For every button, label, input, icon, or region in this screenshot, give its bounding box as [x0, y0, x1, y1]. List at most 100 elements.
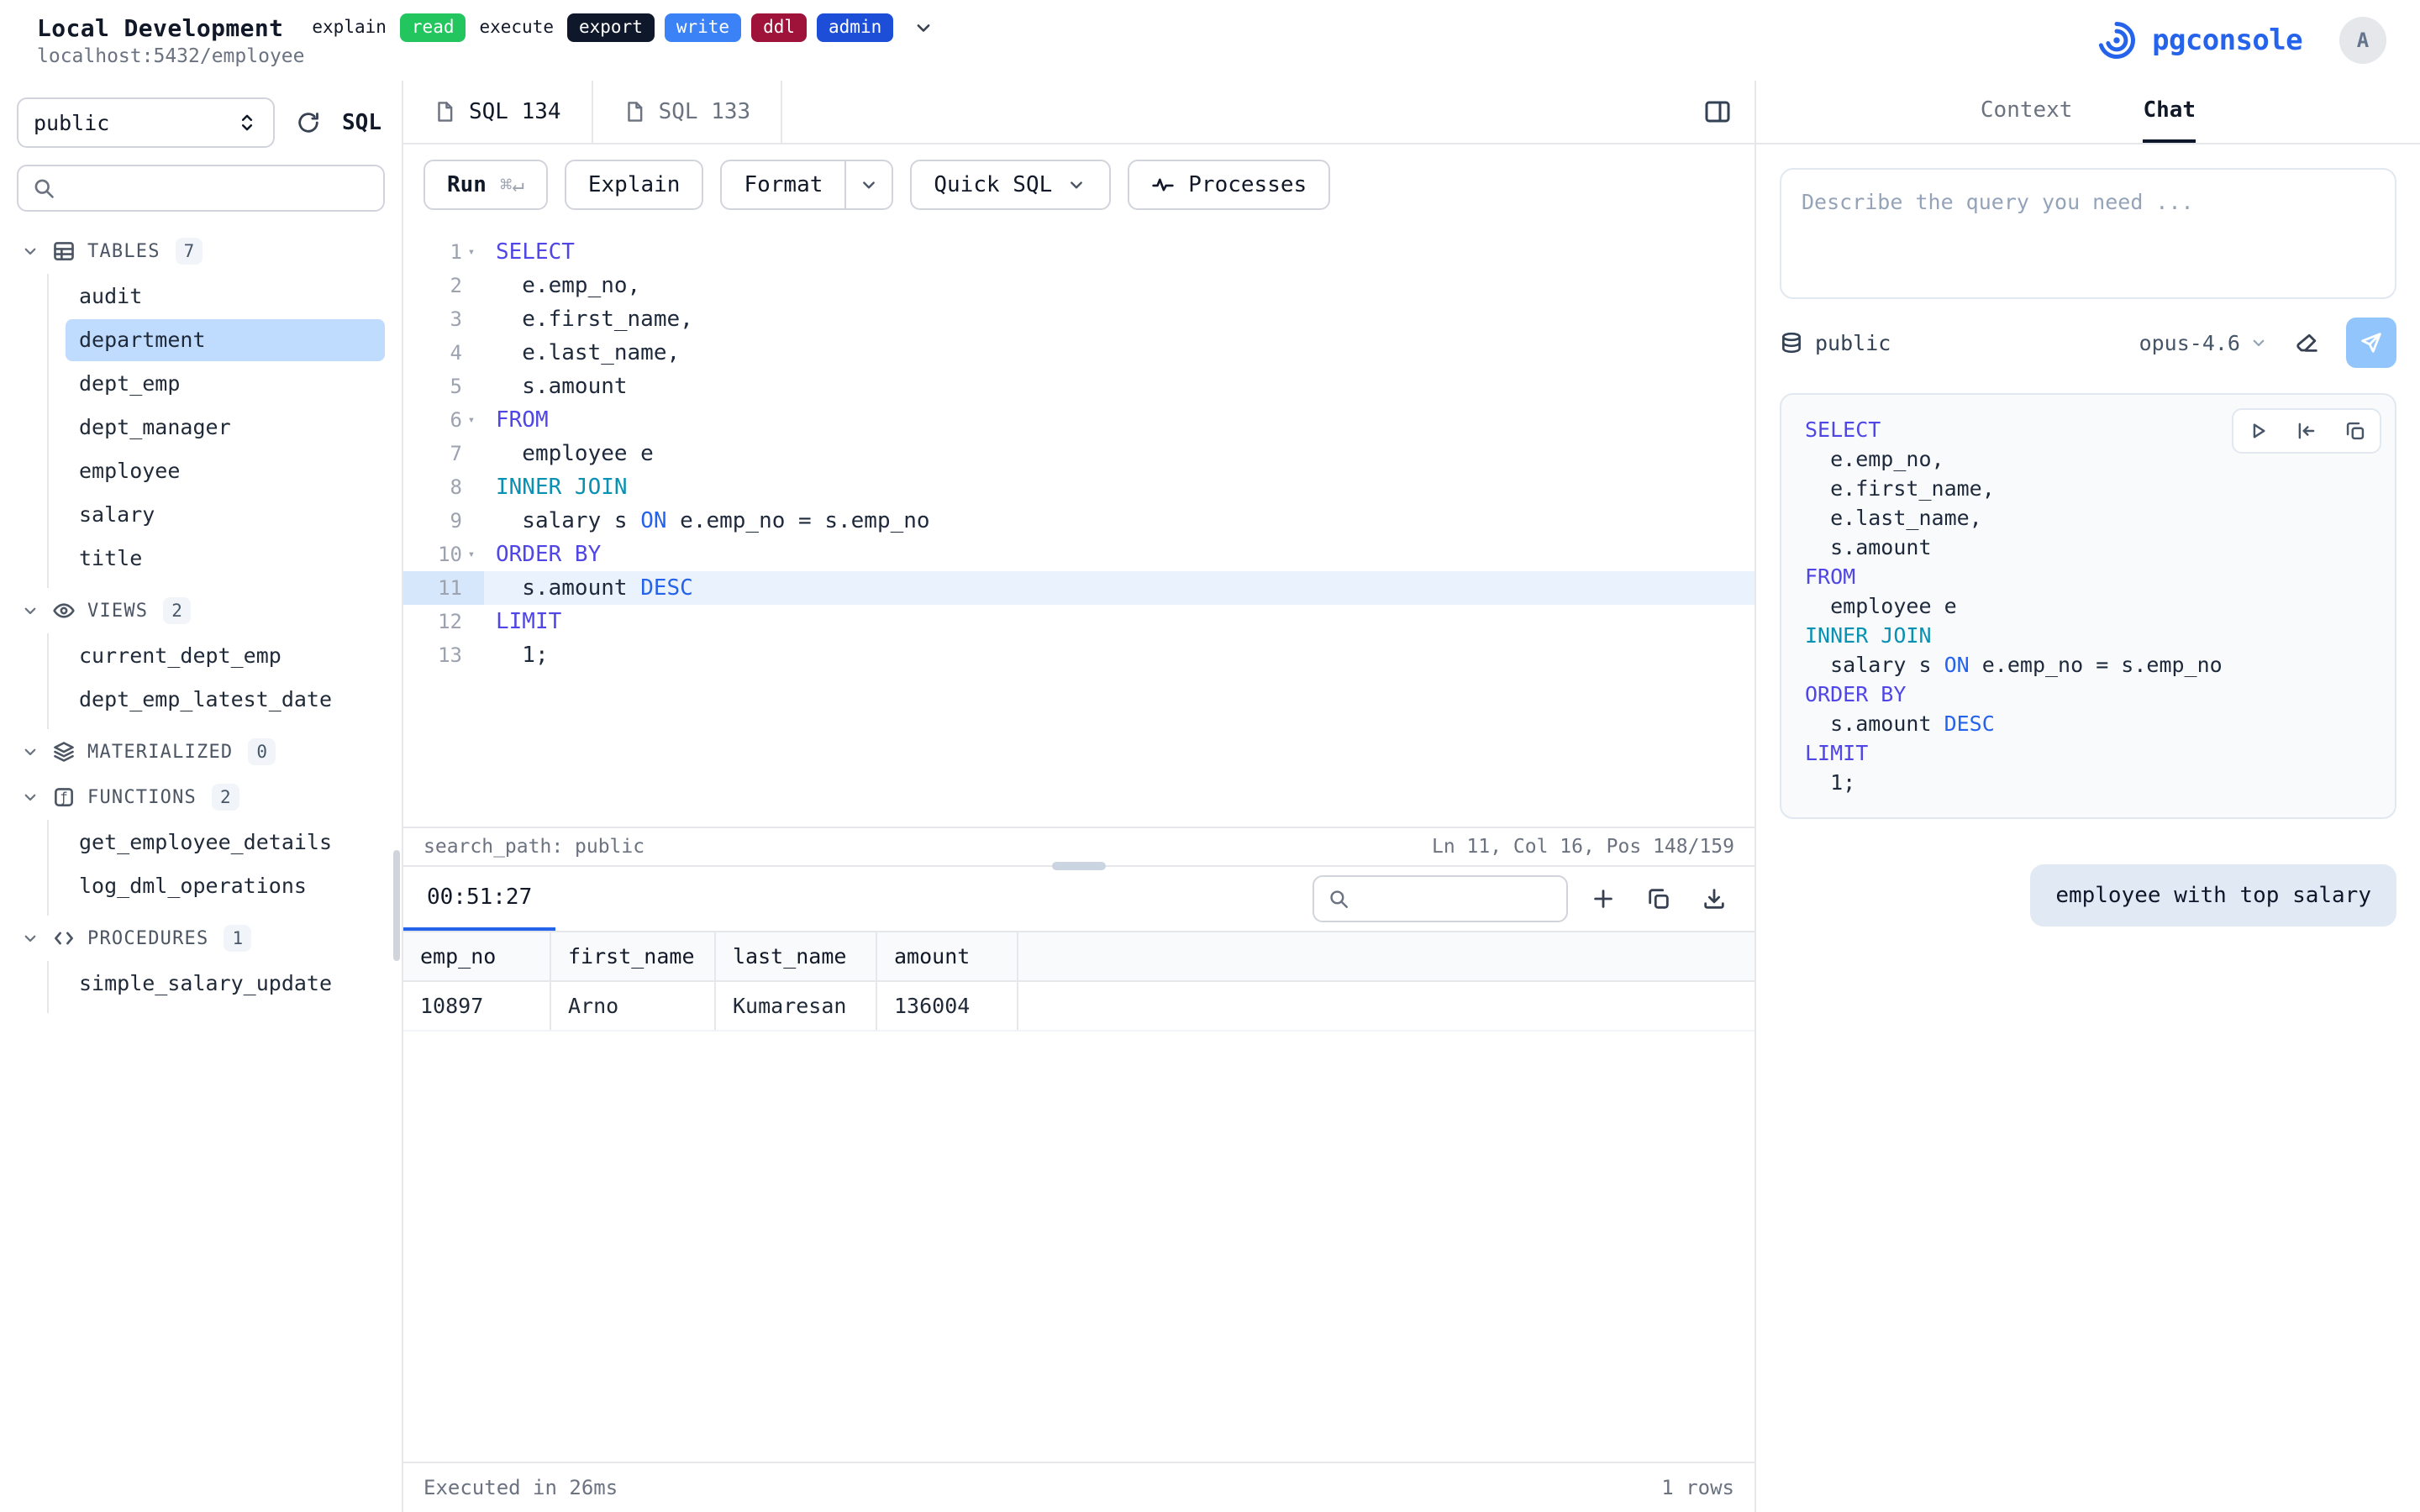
code-token: e.emp_no = s.emp_no — [1970, 653, 2223, 677]
tab-context[interactable]: Context — [1981, 81, 2073, 143]
results-search-input[interactable] — [1360, 887, 1553, 911]
add-result-tab-button[interactable] — [1583, 879, 1623, 919]
sql-tab[interactable]: SQL 133 — [593, 81, 783, 143]
line-number: 7 — [450, 437, 462, 470]
functions-list: get_employee_details log_dml_operations — [47, 820, 402, 916]
code-token: e.emp_no = s.emp_no — [667, 508, 930, 533]
sql-tabs: SQL 134 SQL 133 — [403, 81, 782, 143]
section-header-procedures[interactable]: PROCEDURES 1 — [0, 916, 402, 961]
tree-item-function[interactable]: get_employee_details — [66, 822, 385, 864]
line-code: SELECT — [484, 235, 575, 269]
download-results-button[interactable] — [1694, 879, 1734, 919]
line-code: FROM — [484, 403, 549, 437]
permission-badge: explain — [308, 13, 390, 41]
explain-button[interactable]: Explain — [565, 160, 704, 210]
permission-badge: export — [567, 13, 655, 41]
layers-icon — [52, 740, 76, 764]
quick-sql-button[interactable]: Quick SQL — [910, 160, 1111, 210]
tree-item-view[interactable]: current_dept_emp — [66, 635, 385, 677]
column-header[interactable]: first_name — [551, 932, 716, 980]
chat-input[interactable] — [1802, 186, 2375, 281]
copy-results-button[interactable] — [1639, 879, 1679, 919]
run-snippet-button[interactable] — [2233, 410, 2282, 452]
snippet-line: s.amount — [1805, 533, 2371, 562]
results-search-box[interactable] — [1313, 875, 1568, 922]
tree-item-table[interactable]: salary — [66, 494, 385, 536]
tab-chat[interactable]: Chat — [2143, 81, 2196, 143]
code-token: SELECT — [1805, 417, 1881, 442]
format-dropdown-button[interactable] — [844, 160, 893, 210]
column-header[interactable]: amount — [877, 932, 1018, 980]
sidebar-scrollbar[interactable] — [393, 850, 400, 961]
toggle-right-panel-button[interactable] — [1697, 92, 1738, 132]
insert-snippet-button[interactable] — [2282, 410, 2331, 452]
workspace-switcher-button[interactable] — [912, 16, 935, 39]
section-header-materialized[interactable]: MATERIALIZED 0 — [0, 729, 402, 774]
copy-snippet-button[interactable] — [2331, 410, 2380, 452]
result-tab[interactable]: 00:51:27 — [403, 867, 555, 931]
user-avatar[interactable]: A — [2339, 17, 2386, 64]
function-icon — [52, 785, 76, 809]
chevron-down-icon — [858, 174, 880, 196]
chat-input-card — [1780, 168, 2396, 299]
tree-item-table[interactable]: employee — [66, 450, 385, 492]
section-header-functions[interactable]: FUNCTIONS 2 — [0, 774, 402, 820]
sql-mode-toggle[interactable]: SQL — [342, 110, 385, 135]
section-label: TABLES — [87, 241, 160, 262]
snippet-line: s.amount DESC — [1805, 709, 2371, 738]
table-row[interactable]: 10897ArnoKumaresan136004 — [403, 982, 1754, 1032]
snippet-line: LIMIT — [1805, 738, 2371, 768]
assistant-sql-message: SELECT e.emp_no, e.first_name, e.last_na… — [1780, 393, 2396, 819]
section-header-views[interactable]: VIEWS 2 — [0, 588, 402, 633]
section-header-tables[interactable]: TABLES 7 — [0, 228, 402, 274]
tables-list: audit department dept_emp dept_manager e… — [47, 274, 402, 588]
tree-item-label: department — [79, 328, 206, 352]
fold-marker-icon[interactable]: ▾ — [462, 538, 481, 571]
line-number: 11 — [438, 571, 462, 605]
snippet-line-code: e.emp_no, — [1805, 447, 1944, 471]
section-count-badge: 2 — [212, 784, 239, 811]
code-token: e.first_name, — [1805, 476, 1995, 501]
processes-button[interactable]: Processes — [1128, 160, 1330, 210]
permission-badge: admin — [817, 13, 893, 41]
section-tables: TABLES 7 audit department dept_emp dept_… — [0, 228, 402, 588]
schema-context-chip[interactable]: public — [1780, 331, 1891, 355]
tree-item-table[interactable]: audit — [66, 276, 385, 318]
execution-time: Executed in 26ms — [424, 1476, 618, 1499]
chat-right-controls: opus-4.6 — [2139, 318, 2396, 368]
splitter-handle[interactable] — [1052, 862, 1106, 870]
tree-item-function[interactable]: log_dml_operations — [66, 865, 385, 907]
results-toolbar: 00:51:27 — [403, 867, 1754, 931]
sql-editor[interactable]: 1▾ SELECT 2 e.emp_no, 3 e.first_name, — [403, 225, 1754, 827]
schema-context-label: public — [1815, 331, 1891, 355]
sidebar-search-box[interactable] — [17, 165, 385, 212]
workspace-title-row: Local Development explain read execute e… — [37, 13, 935, 41]
tree-item-table[interactable]: dept_emp — [66, 363, 385, 405]
send-button[interactable] — [2346, 318, 2396, 368]
refresh-button[interactable] — [288, 102, 329, 143]
tree-item-table[interactable]: department — [66, 319, 385, 361]
snippet-line: FROM — [1805, 562, 2371, 591]
column-header[interactable]: last_name — [716, 932, 877, 980]
query-timer: 00:51:27 — [427, 885, 532, 910]
tree-item-procedure[interactable]: simple_salary_update — [66, 963, 385, 1005]
tree-item-table[interactable]: title — [66, 538, 385, 580]
schema-select[interactable]: public — [17, 97, 275, 148]
fold-marker-icon[interactable]: ▾ — [462, 235, 481, 269]
sql-tab[interactable]: SQL 134 — [403, 81, 593, 143]
model-select[interactable]: opus-4.6 — [2139, 331, 2269, 355]
code-token: SELECT — [496, 239, 575, 265]
column-header[interactable]: emp_no — [403, 932, 551, 980]
fold-marker-icon[interactable]: ▾ — [462, 403, 481, 437]
line-number: 9 — [450, 504, 462, 538]
tree-item-table[interactable]: dept_manager — [66, 407, 385, 449]
tree-item-view[interactable]: dept_emp_latest_date — [66, 679, 385, 721]
chat-controls: public opus-4.6 — [1780, 318, 2396, 368]
run-button[interactable]: Run ⌘↵ — [424, 160, 548, 210]
format-button[interactable]: Format — [720, 160, 844, 210]
section-views: VIEWS 2 current_dept_emp dept_emp_latest… — [0, 588, 402, 729]
results-panel: 00:51:27 emp_nofirst_namelast_ — [403, 867, 1754, 1512]
clear-chat-button[interactable] — [2287, 323, 2328, 363]
editor-line: 9 salary s ON e.emp_no = s.emp_no — [403, 504, 1754, 538]
sidebar-search-input[interactable] — [67, 176, 370, 200]
